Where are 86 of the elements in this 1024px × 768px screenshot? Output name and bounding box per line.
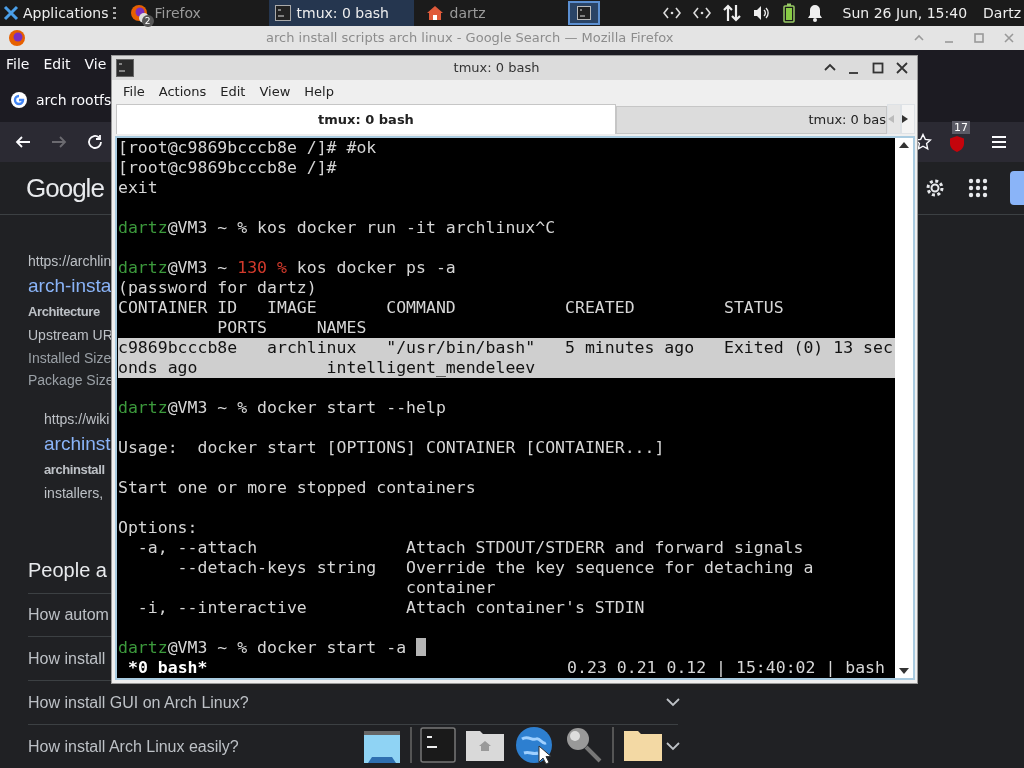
menu-item[interactable]: Edit (43, 53, 71, 75)
bell-icon[interactable] (806, 4, 823, 22)
result-url: https://archlin (28, 252, 112, 271)
result-snippet: Upstream UR (28, 326, 113, 345)
result-link[interactable]: arch-insta (28, 271, 112, 301)
terminal-line: [root@c9869bcccb8e /]# #ok (118, 138, 378, 158)
site-icon (10, 91, 28, 109)
question-text[interactable]: How install Arch Linux easily? (28, 734, 239, 759)
terminal-icon (116, 59, 134, 77)
terminal-line: PORTS NAMES (216, 318, 368, 338)
firefox-icon (128, 3, 149, 23)
result-snippet: Architecture (28, 303, 100, 321)
clock[interactable]: Sun 26 Jun, 15:40 (834, 0, 972, 26)
badge-count: 17 (952, 121, 970, 134)
question-text[interactable]: How autom (28, 603, 109, 627)
home-icon (425, 5, 444, 21)
transfer-arrows-icon[interactable] (722, 4, 741, 22)
chevron-down-icon[interactable] (666, 742, 680, 751)
speaker-icon[interactable] (752, 5, 771, 21)
terminal-line: Usage: docker start [OPTIONS] CONTAINER [CONTAINER...] (118, 438, 666, 458)
taskbar-button[interactable]: 2 Firefox (122, 0, 263, 26)
terminal-icon[interactable] (420, 727, 456, 763)
window-title: tmux: 0 bash (452, 59, 540, 78)
terminal-line: container (405, 578, 497, 598)
arrow-up-icon[interactable] (899, 142, 909, 148)
terminal-line: dartz@VM3 ~ % kos docker run -it archlinux^C (118, 218, 557, 238)
scroll-right-button[interactable] (901, 104, 915, 134)
menu-item[interactable]: Actions (151, 82, 214, 102)
terminal-line: Start one or more stopped containers (118, 478, 477, 498)
terminal-icon (274, 5, 291, 21)
menu-item[interactable]: Help (297, 82, 341, 102)
network-icon[interactable] (692, 5, 711, 21)
chevron-down-icon[interactable] (666, 698, 680, 707)
terminal-line: -i, --interactive Attach container's STDIN (136, 598, 646, 618)
result-snippet: installers, (44, 484, 104, 503)
terminal-line: -a, --attach Attach STDOUT/STDERR and forward signals (136, 538, 805, 558)
result-url: https://wiki (44, 410, 110, 429)
menu-item[interactable]: View (252, 82, 298, 102)
apps-grid-icon[interactable] (968, 178, 988, 198)
terminal-icon (576, 6, 591, 20)
menu-item[interactable]: File (116, 82, 152, 102)
result-detail: Installed Size (28, 349, 112, 368)
status-text: 0.23 0.21 0.12 | 15:40:02 | bash (567, 658, 885, 678)
terminal-line: exit (118, 178, 159, 198)
mouse-pointer-icon (538, 745, 552, 765)
question-text[interactable]: How install GUI on Arch Linux? (28, 690, 249, 715)
network-icon[interactable] (662, 5, 681, 21)
scrollbar[interactable] (895, 138, 913, 678)
terminal-line: dartz@VM3 ~ % docker start -a (118, 638, 407, 657)
logo[interactable]: Google (26, 168, 104, 208)
menu-icon[interactable] (990, 133, 1008, 151)
menu-item[interactable]: Edit (213, 82, 253, 102)
workspace-switcher[interactable] (567, 1, 600, 25)
applications-menu[interactable]: Applications (19, 0, 113, 26)
firefox-icon (8, 29, 26, 47)
terminal-tab[interactable]: tmux: 0 bas (616, 106, 887, 134)
terminal-line: (password for dartz) (118, 278, 318, 298)
result-link[interactable]: archinst (44, 429, 111, 459)
maximize-button[interactable] (871, 61, 885, 75)
section-heading: People a (28, 558, 107, 583)
menu-item[interactable]: File (6, 53, 30, 75)
arrow-down-icon[interactable] (899, 668, 909, 674)
terminal-line: --detach-keys string Override the key sequence for detaching a (176, 558, 815, 578)
taskbar-button[interactable]: dartz (419, 0, 560, 26)
battery-icon[interactable] (782, 3, 795, 23)
terminal-line: dartz@VM3 ~ % docker start --help (118, 398, 447, 418)
terminal-line: [root@c9869bcccb8e /]# (118, 158, 338, 178)
terminal-tab[interactable]: tmux: 0 bash (116, 104, 616, 134)
taskbar-button[interactable]: tmux: 0 bash (268, 0, 414, 26)
xfce-logo-icon[interactable] (3, 5, 19, 21)
settings-icon[interactable] (924, 177, 946, 199)
reload-icon[interactable] (86, 133, 104, 151)
question-text[interactable]: How install (28, 646, 106, 671)
arrow-right-icon (902, 115, 908, 123)
terminal-line: Options: (118, 518, 199, 538)
terminal-line: dartz@VM3 ~ 130 % kos docker ps -a (118, 258, 457, 278)
status-text: *0 bash* (128, 658, 208, 678)
user-menu[interactable]: Dartz (983, 0, 1021, 26)
arrow-left-icon (888, 115, 894, 123)
menu-item[interactable]: Vie (84, 53, 107, 75)
window-title: arch install scripts arch linux - Google Search — Mozilla Firefox (266, 29, 674, 48)
close-button[interactable] (895, 61, 909, 75)
terminal-line: CONTAINER ID IMAGE COMMAND CREATED STATUS (118, 298, 785, 318)
result-snippet: archinstall (44, 461, 105, 479)
panel-grip-icon (112, 6, 117, 20)
browser-tab[interactable]: arch rootfs (36, 89, 112, 111)
